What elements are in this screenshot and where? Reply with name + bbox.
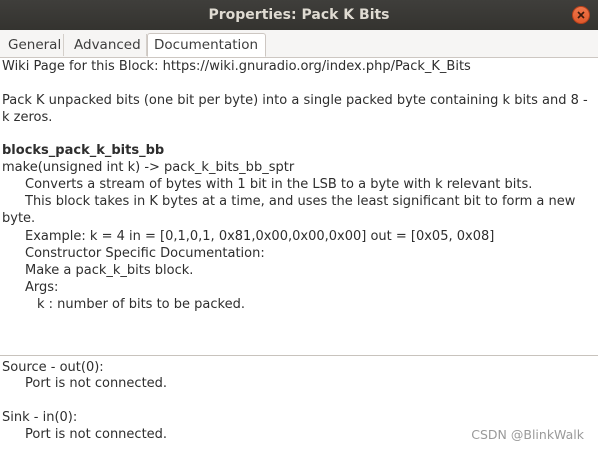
close-icon xyxy=(577,11,585,19)
block-summary: Pack K unpacked bits (one bit per byte) … xyxy=(2,93,588,125)
block-name-heading: blocks_pack_k_bits_bb xyxy=(2,143,165,158)
tab-documentation[interactable]: Documentation xyxy=(147,33,266,57)
sink-port-status: Port is not connected. xyxy=(25,427,168,442)
tab-general[interactable]: General xyxy=(2,34,64,56)
window-title: Properties: Pack K Bits xyxy=(208,7,390,23)
source-port-label: Source - out(0): xyxy=(2,360,104,375)
source-port-status: Port is not connected. xyxy=(25,376,168,391)
tab-advanced[interactable]: Advanced xyxy=(68,34,147,56)
wiki-link-line[interactable]: Wiki Page for this Block: https://wiki.g… xyxy=(2,59,471,76)
watermark: CSDN @BlinkWalk xyxy=(471,427,584,442)
tab-bar: General Advanced Documentation xyxy=(0,30,598,58)
description-line-2: This block takes in K bytes at a time, a… xyxy=(2,194,576,226)
close-button[interactable] xyxy=(572,6,590,24)
args-label: Args: xyxy=(25,280,59,295)
sink-port-label: Sink - in(0): xyxy=(2,410,78,425)
description-line-1: Converts a stream of bytes with 1 bit in… xyxy=(25,177,533,192)
title-bar[interactable]: Properties: Pack K Bits xyxy=(0,0,598,30)
example-line: Example: k = 4 in = [0,1,0,1, 0x81,0x00,… xyxy=(25,229,495,244)
make-description: Make a pack_k_bits block. xyxy=(25,263,194,278)
constructor-doc-label: Constructor Specific Documentation: xyxy=(25,246,265,261)
arg-k-description: k : number of bits to be packed. xyxy=(37,297,245,312)
documentation-panel[interactable]: Wiki Page for this Block: https://wiki.g… xyxy=(0,58,598,355)
constructor-signature: make(unsigned int k) -> pack_k_bits_bb_s… xyxy=(2,160,295,175)
properties-dialog: Properties: Pack K Bits General Advanced… xyxy=(0,0,598,449)
